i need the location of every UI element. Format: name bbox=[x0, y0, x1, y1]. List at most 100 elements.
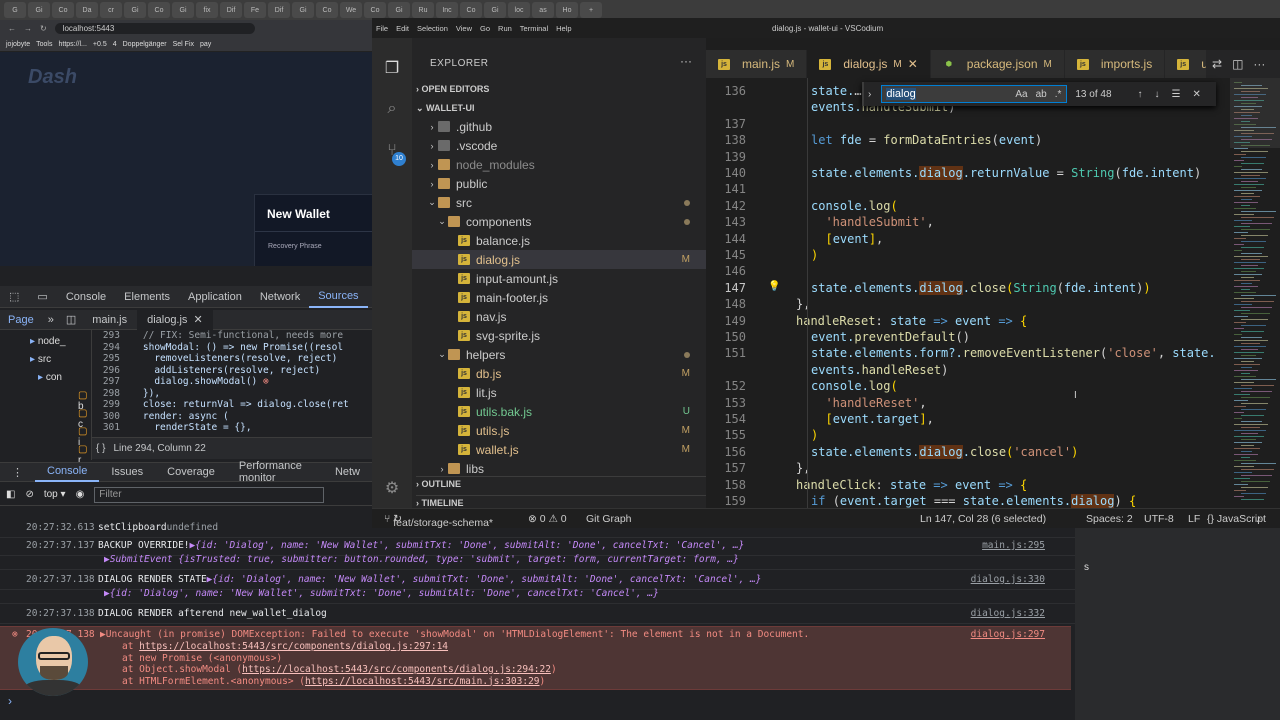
tree-item-src[interactable]: ⌄ src bbox=[412, 193, 706, 212]
chevron-down-icon[interactable]: ⌄ bbox=[436, 349, 448, 360]
bookmark-item[interactable]: https://l... bbox=[58, 41, 86, 48]
reload-icon[interactable]: ↻ bbox=[40, 24, 47, 33]
browser-tab[interactable]: Ru bbox=[412, 2, 434, 18]
eye-icon[interactable]: ◉ bbox=[76, 489, 85, 500]
drawer-tab-performance-monitor[interactable]: Performance monitor bbox=[227, 460, 323, 484]
find-in-selection-icon[interactable]: ☰ bbox=[1172, 89, 1181, 100]
browser-tab[interactable]: We bbox=[340, 2, 362, 18]
browser-tab[interactable]: Gi bbox=[292, 2, 314, 18]
browser-tab[interactable]: Inc bbox=[436, 2, 458, 18]
regex-icon[interactable]: .* bbox=[1055, 89, 1062, 100]
chevron-down-icon[interactable]: ⌄ bbox=[436, 216, 448, 227]
tree-item-lit-js[interactable]: js lit.js bbox=[412, 383, 706, 402]
stack-link[interactable]: https://localhost:5443/src/components/di… bbox=[242, 664, 551, 675]
browser-tab[interactable]: Fe bbox=[244, 2, 266, 18]
menu-item-edit[interactable]: Edit bbox=[396, 24, 409, 33]
match-case-icon[interactable]: Aa bbox=[1015, 89, 1027, 100]
console-object[interactable]: ▶{id: 'Dialog', name: 'New Wallet', subm… bbox=[190, 540, 745, 551]
tree-item-balance-js[interactable]: js balance.js bbox=[412, 231, 706, 250]
back-icon[interactable]: ← bbox=[8, 24, 16, 33]
browser-tab[interactable]: Gi bbox=[28, 2, 50, 18]
minimap[interactable] bbox=[1230, 78, 1280, 508]
bookmark-item[interactable]: jojobyte bbox=[6, 41, 30, 48]
code-editor[interactable]: 136 state.… events.handleSubmit) 137 138 let … bbox=[706, 78, 1230, 508]
console-object[interactable]: undefined bbox=[167, 522, 218, 533]
chevron-right-icon[interactable]: › bbox=[426, 141, 438, 151]
browser-tab[interactable]: G bbox=[4, 2, 26, 18]
browser-tab[interactable]: Gi bbox=[172, 2, 194, 18]
tree-item-input-amount-js[interactable]: js input-amount.js bbox=[412, 269, 706, 288]
close-icon[interactable]: ✕ bbox=[193, 313, 202, 326]
menu-item-terminal[interactable]: Terminal bbox=[520, 24, 548, 33]
console-source-link[interactable]: dialog.js:330 bbox=[971, 574, 1045, 585]
tree-item-main-footer-js[interactable]: js main-footer.js bbox=[412, 288, 706, 307]
split-editor-icon[interactable]: ◫ bbox=[1232, 57, 1243, 71]
devtools-tab-network[interactable]: Network bbox=[251, 286, 309, 308]
encoding-status[interactable]: UTF-8 bbox=[1144, 513, 1174, 525]
tree-item-utils-bak-js[interactable]: js utils.bak.js U bbox=[412, 402, 706, 421]
browser-tab[interactable]: Da bbox=[76, 2, 98, 18]
tree-item-svg-sprite-js[interactable]: js svg-sprite.js bbox=[412, 326, 706, 345]
previous-match-icon[interactable]: ↑ bbox=[1138, 89, 1143, 100]
browser-tab[interactable]: loc bbox=[508, 2, 530, 18]
new-tab-icon[interactable]: + bbox=[580, 2, 602, 18]
context-select[interactable]: top ▾ bbox=[44, 489, 66, 500]
tree-item-utils-js[interactable]: js utils.js M bbox=[412, 421, 706, 440]
devtools-tab-application[interactable]: Application bbox=[179, 286, 251, 308]
bookmark-item[interactable]: Sel Fix bbox=[173, 41, 194, 48]
editor-tab-package-json[interactable]: ⬢ package.json M bbox=[930, 50, 1065, 78]
chevron-down-icon[interactable]: ⌄ bbox=[426, 197, 438, 208]
bell-icon[interactable]: ♪ bbox=[1256, 513, 1261, 525]
console-source-link[interactable]: dialog.js:332 bbox=[971, 608, 1045, 619]
browser-tab[interactable]: Ho bbox=[556, 2, 578, 18]
clear-console-icon[interactable]: ⊘ bbox=[25, 489, 33, 500]
drawer-tab-netw[interactable]: Netw bbox=[323, 466, 372, 478]
open-editors-section[interactable]: › OPEN EDITORS bbox=[416, 84, 489, 94]
sidebar-icon[interactable]: ◧ bbox=[6, 489, 15, 500]
bookmark-item[interactable]: 4 bbox=[113, 41, 117, 48]
menu-item-file[interactable]: File bbox=[376, 24, 388, 33]
search-icon[interactable]: ⌕ bbox=[382, 100, 402, 120]
devtools-tab-elements[interactable]: Elements bbox=[115, 286, 179, 308]
tree-item-node-modules[interactable]: › node_modules bbox=[412, 155, 706, 174]
browser-tab[interactable]: Dif bbox=[268, 2, 290, 18]
bookmark-item[interactable]: +0.5 bbox=[93, 41, 107, 48]
tree-item--vscode[interactable]: › .vscode bbox=[412, 136, 706, 155]
browser-tab[interactable]: fix bbox=[196, 2, 218, 18]
next-match-icon[interactable]: ↓ bbox=[1155, 89, 1160, 100]
browser-tab[interactable]: Co bbox=[148, 2, 170, 18]
editor-tab-imports-js[interactable]: js imports.js bbox=[1064, 50, 1166, 78]
editor-tab-main-js[interactable]: js main.js M bbox=[706, 50, 808, 78]
browser-tab[interactable]: Co bbox=[460, 2, 482, 18]
chevron-right-icon[interactable]: › bbox=[436, 464, 448, 474]
problems-status[interactable]: ⊗ 0 ⚠ 0 bbox=[528, 513, 567, 525]
tree-item-wallet-js[interactable]: js wallet.js M bbox=[412, 440, 706, 459]
close-find-icon[interactable]: ✕ bbox=[1193, 89, 1201, 100]
whole-word-icon[interactable]: ab bbox=[1036, 89, 1047, 100]
minimap-slider[interactable] bbox=[1230, 78, 1280, 148]
file-tab-main[interactable]: main.js bbox=[82, 314, 137, 326]
tree-item-db-js[interactable]: js db.js M bbox=[412, 364, 706, 383]
tree-item-nav-js[interactable]: js nav.js bbox=[412, 307, 706, 326]
devtools-tab-sources[interactable]: Sources bbox=[309, 286, 368, 308]
tree-item--github[interactable]: › .github bbox=[412, 117, 706, 136]
menu-item-help[interactable]: Help bbox=[556, 24, 571, 33]
file-tab-dialog[interactable]: dialog.js ✕ bbox=[137, 309, 213, 330]
bookmark-item[interactable]: Doppelgänger bbox=[123, 41, 167, 48]
lightbulb-icon[interactable]: 💡 bbox=[768, 281, 780, 292]
drawer-tab-console[interactable]: Console bbox=[35, 462, 100, 482]
stack-link[interactable]: https://localhost:5443/src/main.js:303:2… bbox=[305, 676, 540, 687]
menu-item-run[interactable]: Run bbox=[498, 24, 512, 33]
files-icon[interactable]: ❐ bbox=[382, 58, 402, 78]
editor-tab-dialog-js[interactable]: js dialog.js M ✕ bbox=[807, 50, 931, 78]
outline-section[interactable]: › OUTLINE bbox=[416, 476, 706, 489]
console-prompt-icon[interactable]: › bbox=[8, 694, 12, 708]
close-icon[interactable]: ✕ bbox=[908, 57, 918, 71]
devtools-tab-console[interactable]: Console bbox=[57, 286, 115, 308]
chevron-right-icon[interactable]: › bbox=[426, 179, 438, 189]
indentation-status[interactable]: Spaces: 2 bbox=[1086, 513, 1133, 525]
console-object[interactable]: ▶{id: 'Dialog', name: 'New Wallet', subm… bbox=[104, 588, 659, 599]
menu-item-selection[interactable]: Selection bbox=[417, 24, 448, 33]
timeline-section[interactable]: › TIMELINE bbox=[416, 495, 706, 508]
drawer-menu-icon[interactable]: ⋮ bbox=[0, 466, 35, 479]
